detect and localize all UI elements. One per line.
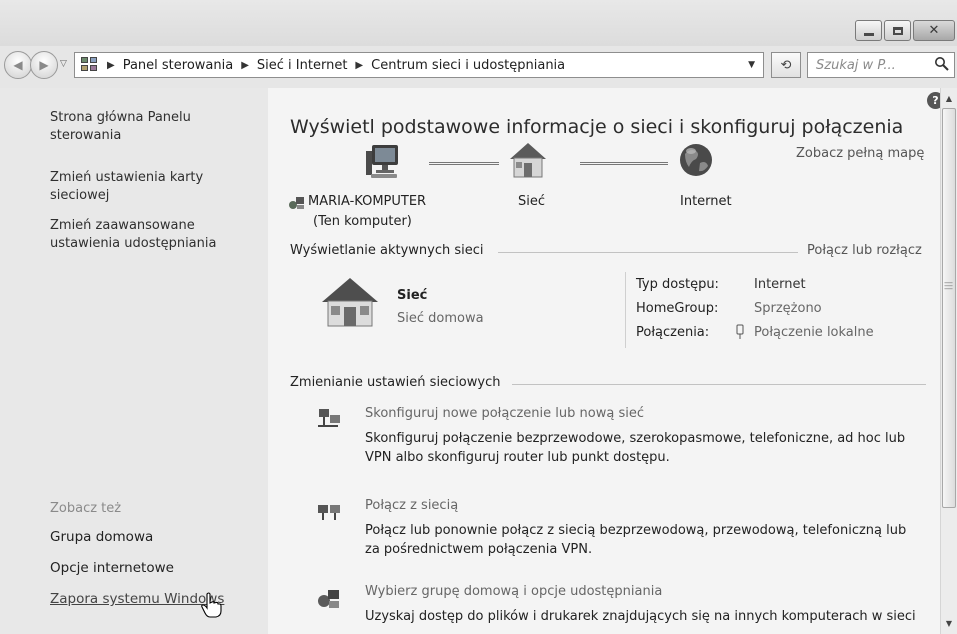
vertical-scrollbar[interactable]: ▲ — — — ▼ <box>940 88 957 634</box>
scroll-up-arrow-icon[interactable]: ▲ <box>941 90 957 106</box>
homegroup-label: HomeGroup: <box>636 301 719 316</box>
breadcrumb-network-center[interactable]: Centrum sieci i udostępniania <box>371 58 565 73</box>
homegroup-sharing-description: Uzyskaj dostęp do plików i drukarek znaj… <box>365 607 935 626</box>
change-advanced-sharing-link[interactable]: Zmień zaawansowane ustawienia udostępnia… <box>50 217 216 253</box>
network-location-link[interactable]: Sieć domowa <box>397 311 484 326</box>
help-icon[interactable]: ? <box>927 92 940 109</box>
minimize-icon <box>863 32 874 36</box>
network-label: Sieć <box>518 194 546 209</box>
address-bar[interactable]: ▶ Panel sterowania ▶ Sieć i Internet ▶ C… <box>74 52 764 78</box>
link-text: Zmień zaawansowane <box>50 218 195 233</box>
title-bar: ✕ <box>0 0 957 46</box>
properties-divider <box>625 272 626 348</box>
network-house-icon[interactable] <box>508 140 548 180</box>
maximize-button[interactable] <box>884 20 911 41</box>
network-name: Sieć <box>397 288 428 303</box>
internet-label: Internet <box>680 194 732 209</box>
change-adapter-settings-link[interactable]: Zmień ustawienia karty sieciowej <box>50 169 203 205</box>
left-task-pane: Strona główna Panelu sterowania Zmień us… <box>0 88 268 634</box>
main-content: ? Wyświetl podstawowe informacje o sieci… <box>268 88 940 634</box>
forward-arrow-icon: ▶ <box>39 58 49 72</box>
link-text: sieciowej <box>50 188 110 203</box>
breadcrumb-arrow-icon[interactable]: ▶ <box>107 60 115 71</box>
computer-name: MARIA-KOMPUTER <box>308 194 427 209</box>
homegroup-value-link[interactable]: Sprzężono <box>754 301 822 316</box>
internet-globe-icon[interactable] <box>676 140 716 180</box>
homegroup-link[interactable]: Grupa domowa <box>50 529 153 545</box>
search-icon[interactable] <box>934 56 950 72</box>
connections-label: Połączenia: <box>636 325 710 340</box>
connect-network-icon <box>318 505 340 520</box>
access-type-value: Internet <box>754 277 806 292</box>
ethernet-icon <box>736 324 744 339</box>
search-box[interactable] <box>807 52 955 78</box>
link-text: Strona główna Panelu <box>50 110 191 125</box>
description-line: Skonfiguruj połączenie bezprzewodowe, sz… <box>365 431 906 446</box>
network-computer-icon <box>289 197 304 209</box>
hand-cursor-icon <box>201 592 222 618</box>
connect-disconnect-link[interactable]: Połącz lub rozłącz <box>807 243 922 258</box>
connect-to-network-link[interactable]: Połącz z siecią <box>365 498 458 513</box>
description-line: za pośrednictwem połączenia VPN. <box>365 542 593 557</box>
setup-new-connection-link[interactable]: Skonfiguruj nowe połączenie lub nową sie… <box>365 406 644 421</box>
control-panel-home-link[interactable]: Strona główna Panelu sterowania <box>50 109 191 145</box>
connect-to-network-description: Połącz lub ponownie połącz z siecią bezp… <box>365 521 935 559</box>
scroll-down-arrow-icon[interactable]: ▼ <box>941 615 957 631</box>
link-text: sterowania <box>50 128 122 143</box>
scroll-grip-icon: — — — <box>944 278 953 294</box>
page-title: Wyświetl podstawowe informacje o sieci i… <box>290 116 904 138</box>
this-computer-label: (Ten komputer) <box>313 214 412 229</box>
back-arrow-icon: ◀ <box>13 58 23 72</box>
recent-pages-dropdown[interactable]: ▽ <box>60 59 67 69</box>
description-line: Połącz lub ponownie połącz z siecią bezp… <box>365 523 907 538</box>
refresh-icon: ⟲ <box>780 57 792 73</box>
scrollbar-thumb[interactable] <box>942 108 956 508</box>
back-button[interactable]: ◀ <box>4 51 32 79</box>
minimize-button[interactable] <box>855 20 882 41</box>
see-also-heading: Zobacz też <box>50 501 122 516</box>
maximize-icon <box>892 26 903 35</box>
refresh-button[interactable]: ⟲ <box>771 52 801 78</box>
address-dropdown-icon[interactable]: ▼ <box>748 60 755 70</box>
windows-firewall-link[interactable]: Zapora systemu Windows <box>50 591 224 607</box>
breadcrumb-arrow-icon[interactable]: ▶ <box>355 60 363 71</box>
breadcrumb-control-panel[interactable]: Panel sterowania <box>123 58 234 73</box>
description-line: VPN albo skonfiguruj router lub punkt do… <box>365 450 670 465</box>
local-connection-link[interactable]: Połączenie lokalne <box>754 325 874 340</box>
section-divider <box>498 252 798 253</box>
control-panel-icon <box>79 56 101 74</box>
internet-options-link[interactable]: Opcje internetowe <box>50 560 174 576</box>
close-button[interactable]: ✕ <box>913 20 955 41</box>
active-networks-heading: Wyświetlanie aktywnych sieci <box>290 243 484 258</box>
setup-new-connection-description: Skonfiguruj połączenie bezprzewodowe, sz… <box>365 429 935 467</box>
close-icon: ✕ <box>928 23 940 38</box>
homegroup-sharing-options-link[interactable]: Wybierz grupę domową i opcje udostępnian… <box>365 584 662 599</box>
forward-button[interactable]: ▶ <box>30 51 58 79</box>
link-text: Zmień ustawienia karty <box>50 170 204 185</box>
access-type-label: Typ dostępu: <box>636 277 719 292</box>
section-divider <box>512 384 926 385</box>
breadcrumb-arrow-icon[interactable]: ▶ <box>241 60 249 71</box>
breadcrumb-network-internet[interactable]: Sieć i Internet <box>257 58 348 73</box>
connection-line <box>580 162 668 165</box>
connection-line <box>429 162 499 165</box>
computer-icon[interactable] <box>363 143 403 181</box>
search-input[interactable] <box>816 57 928 73</box>
navigation-bar: ◀ ▶ ▽ ▶ Panel sterowania ▶ Sieć i Intern… <box>0 48 957 82</box>
home-network-icon <box>322 278 378 327</box>
link-text: ustawienia udostępniania <box>50 236 217 251</box>
homegroup-options-icon <box>318 590 339 608</box>
see-full-map-link[interactable]: Zobacz pełną mapę <box>796 146 924 161</box>
description-line: Uzyskaj dostęp do plików i drukarek znaj… <box>365 609 916 624</box>
change-settings-heading: Zmienianie ustawień sieciowych <box>290 375 501 390</box>
new-connection-icon <box>318 409 340 427</box>
